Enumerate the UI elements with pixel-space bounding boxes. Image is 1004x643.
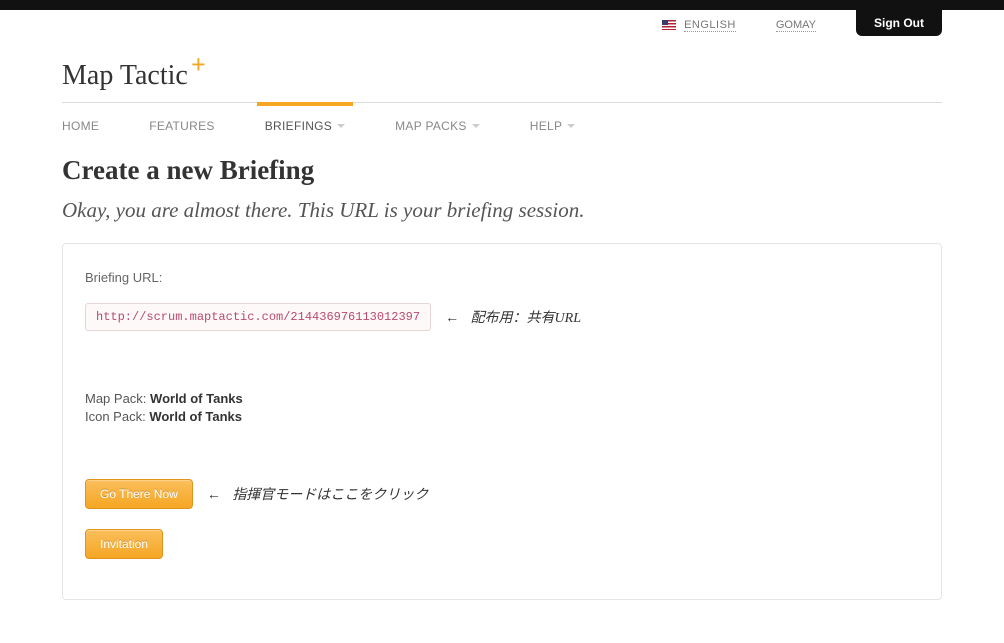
nav-briefings-label: BRIEFINGS <box>265 119 332 133</box>
brand-logo[interactable]: Map Tactic + <box>62 60 188 92</box>
url-annotation: ← 配布用：共有URL <box>445 307 581 327</box>
brand-name: Map Tactic <box>62 60 188 91</box>
top-black-bar <box>0 0 1004 10</box>
icon-pack-value: World of Tanks <box>149 409 242 424</box>
logo-area: Map Tactic + <box>62 40 942 102</box>
chevron-down-icon <box>567 124 575 128</box>
plus-icon: + <box>191 50 206 80</box>
go-annotation: ← 指揮官モードはここをクリック <box>207 484 429 504</box>
arrow-left-icon: ← <box>445 311 459 326</box>
invitation-button[interactable]: Invitation <box>85 529 163 559</box>
language-selector[interactable]: ENGLISH <box>662 19 736 31</box>
nav-mappacks[interactable]: MAP PACKS <box>395 103 480 145</box>
username-link[interactable]: GOMAY <box>776 19 816 32</box>
go-button-row: Go There Now ← 指揮官モードはここをクリック <box>85 479 919 509</box>
go-annotation-text: 指揮官モードはここをクリック <box>232 488 428 503</box>
arrow-left-icon: ← <box>207 488 221 503</box>
nav-features[interactable]: FEATURES <box>149 103 215 145</box>
nav-help[interactable]: HELP <box>530 103 576 145</box>
nav-home[interactable]: HOME <box>62 103 99 145</box>
url-annotation-text: 配布用：共有URL <box>471 311 581 326</box>
briefing-card: Briefing URL: http://scrum.maptactic.com… <box>62 243 942 600</box>
nav-help-label: HELP <box>530 119 563 133</box>
icon-pack-label: Icon Pack: <box>85 409 149 424</box>
chevron-down-icon <box>337 124 345 128</box>
map-pack-label: Map Pack: <box>85 391 150 406</box>
page-title: Create a new Briefing <box>62 155 942 186</box>
icon-pack-line: Icon Pack: World of Tanks <box>85 409 919 424</box>
go-there-now-button[interactable]: Go There Now <box>85 479 193 509</box>
page-subtitle: Okay, you are almost there. This URL is … <box>62 198 942 223</box>
nav-mappacks-label: MAP PACKS <box>395 119 467 133</box>
sign-out-button[interactable]: Sign Out <box>856 10 942 36</box>
map-pack-line: Map Pack: World of Tanks <box>85 391 919 406</box>
nav-briefings[interactable]: BRIEFINGS <box>265 103 345 145</box>
us-flag-icon <box>662 20 676 30</box>
map-pack-value: World of Tanks <box>150 391 243 406</box>
url-label: Briefing URL: <box>85 270 919 285</box>
top-bar: ENGLISH GOMAY Sign Out <box>62 10 942 40</box>
language-link[interactable]: ENGLISH <box>684 19 736 32</box>
main-nav: HOME FEATURES BRIEFINGS MAP PACKS HELP <box>62 102 942 145</box>
url-row: http://scrum.maptactic.com/2144369761130… <box>85 303 919 331</box>
chevron-down-icon <box>472 124 480 128</box>
invitation-button-row: Invitation <box>85 529 919 559</box>
briefing-url-box[interactable]: http://scrum.maptactic.com/2144369761130… <box>85 303 431 331</box>
